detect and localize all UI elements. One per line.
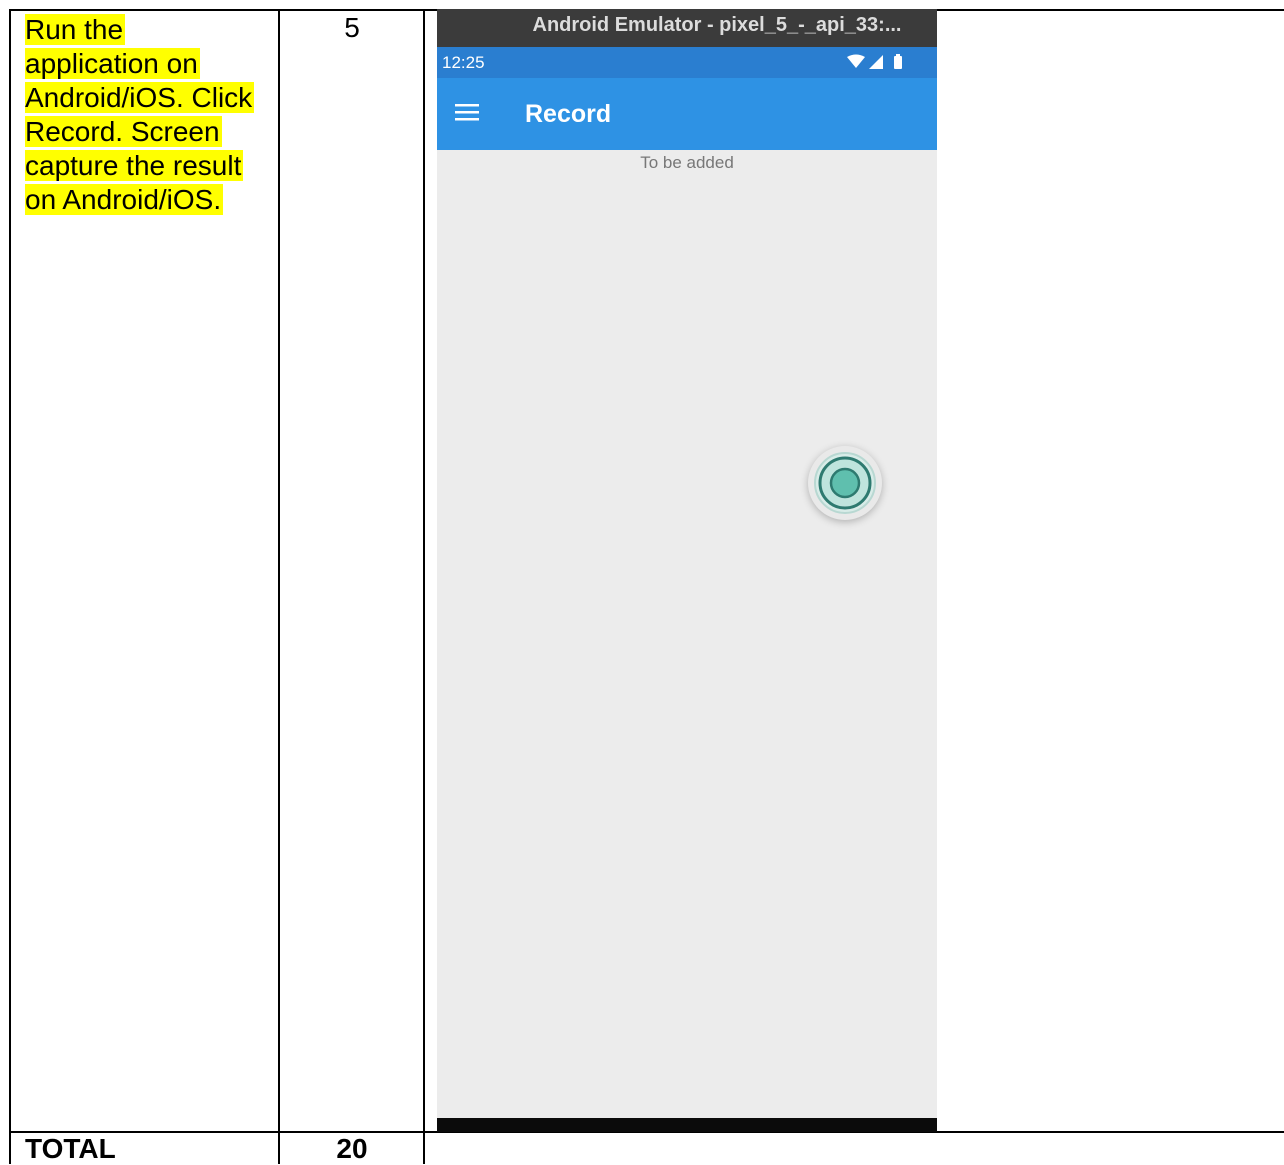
emulator-window-title: Android Emulator - pixel_5_-_api_33:... xyxy=(437,9,937,47)
status-time: 12:25 xyxy=(442,53,485,72)
app-bar: Record xyxy=(437,78,937,150)
total-value: 20 xyxy=(336,1133,368,1164)
instruction-text: Run the application on Android/iOS. Clic… xyxy=(25,14,255,215)
wifi-icon xyxy=(847,54,865,68)
total-label: TOTAL xyxy=(25,1133,116,1164)
table-divider-2 xyxy=(423,9,425,1164)
appbar-title: Record xyxy=(525,100,612,128)
status-icons xyxy=(847,54,902,69)
emulator-screenshot: Android Emulator - pixel_5_-_api_33:... … xyxy=(437,9,937,1132)
status-bar: 12:25 xyxy=(437,47,937,78)
placeholder-text: To be added xyxy=(640,153,734,172)
table-border-left xyxy=(9,9,11,1164)
navigation-bar xyxy=(437,1118,937,1132)
marks-value: 5 xyxy=(344,12,360,43)
signal-icon xyxy=(869,55,883,69)
hamburger-menu-icon[interactable] xyxy=(447,98,487,130)
record-button[interactable] xyxy=(808,446,882,520)
battery-icon xyxy=(894,56,902,69)
record-icon xyxy=(814,452,876,514)
table-divider-1 xyxy=(278,9,280,1164)
